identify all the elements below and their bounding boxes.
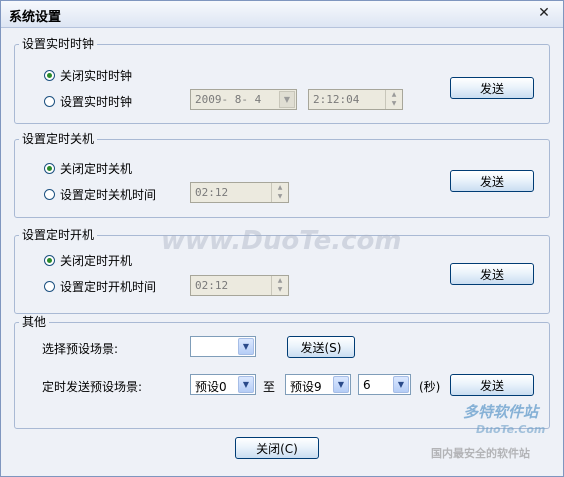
shutdown-time-field[interactable]: 02:12 ▲ ▼ <box>190 182 289 203</box>
scene-from-value: 预设0 <box>195 380 227 394</box>
poweron-off-radio[interactable]: 关闭定时开机 <box>44 252 132 269</box>
close-icon[interactable]: ✕ <box>535 4 553 22</box>
select-scene-label: 选择预设场景: <box>42 342 119 356</box>
window-title: 系统设置 <box>9 10 62 25</box>
spin-up-icon[interactable]: ▲ <box>272 276 288 285</box>
spin-down-icon[interactable]: ▼ <box>272 285 288 294</box>
poweron-time-value: 02:12 <box>195 279 229 292</box>
scene-to-value: 预设9 <box>290 380 322 394</box>
radio-selected-icon <box>44 255 55 266</box>
logo-url-watermark: DuoTe.Com <box>476 423 546 436</box>
timed-scene-label: 定时发送预设场景: <box>42 380 143 394</box>
rtc-group-title: 设置实时时钟 <box>19 36 98 52</box>
shutdown-off-label: 关闭定时关机 <box>60 162 133 176</box>
chevron-down-icon[interactable]: ▼ <box>393 376 409 393</box>
spin-up-icon[interactable]: ▲ <box>272 183 288 192</box>
shutdown-group: 设置定时关机 关闭定时关机 设置定时关机时间 02:12 ▲ ▼ 发送 <box>14 131 550 218</box>
spin-down-icon[interactable]: ▼ <box>386 99 402 108</box>
scene-to-select[interactable]: 预设9 ▼ <box>285 374 351 395</box>
poweron-send-button[interactable]: 发送 <box>450 263 534 285</box>
rtc-set-radio[interactable]: 设置实时时钟 <box>44 93 132 110</box>
poweron-off-label: 关闭定时开机 <box>60 254 133 268</box>
logo-watermark: 多特软件站 <box>463 403 539 421</box>
rtc-date-picker[interactable]: 2009- 8- 4 ▼ <box>190 89 297 110</box>
scene-from-select[interactable]: 预设0 ▼ <box>190 374 256 395</box>
radio-selected-icon <box>44 163 55 174</box>
chevron-down-icon[interactable]: ▼ <box>238 338 254 355</box>
poweron-time-field[interactable]: 02:12 ▲ ▼ <box>190 275 289 296</box>
rtc-group: 设置实时时钟 关闭实时时钟 设置实时时钟 2009- 8- 4 ▼ 2:12:0… <box>14 36 550 124</box>
spin-down-icon[interactable]: ▼ <box>272 192 288 201</box>
seconds-unit-label: (秒) <box>419 380 441 394</box>
time-spinner[interactable]: ▲ ▼ <box>385 90 402 109</box>
spin-up-icon[interactable]: ▲ <box>386 90 402 99</box>
shutdown-set-radio[interactable]: 设置定时关机时间 <box>44 186 156 203</box>
chevron-down-icon[interactable]: ▼ <box>238 376 254 393</box>
poweron-group-title: 设置定时开机 <box>19 227 98 243</box>
radio-unselected-icon <box>44 189 55 200</box>
seconds-select[interactable]: 6 ▼ <box>358 374 411 395</box>
to-label: 至 <box>263 380 276 394</box>
close-button[interactable]: 关闭(C) <box>235 437 319 459</box>
center-watermark: www.DuoTe.com <box>161 226 402 256</box>
rtc-time-value: 2:12:04 <box>313 93 360 106</box>
poweron-set-label: 设置定时开机时间 <box>60 280 157 294</box>
shutdown-off-radio[interactable]: 关闭定时关机 <box>44 160 132 177</box>
time-spinner[interactable]: ▲ ▼ <box>271 183 288 202</box>
title-bar[interactable]: 系统设置 ✕ <box>1 1 563 28</box>
shutdown-group-title: 设置定时关机 <box>19 131 98 147</box>
shutdown-time-value: 02:12 <box>195 186 229 199</box>
seconds-value: 6 <box>363 378 371 392</box>
scene-select[interactable]: ▼ <box>190 336 256 357</box>
time-spinner[interactable]: ▲ ▼ <box>271 276 288 295</box>
poweron-set-radio[interactable]: 设置定时开机时间 <box>44 278 156 295</box>
rtc-off-radio[interactable]: 关闭实时时钟 <box>44 67 132 84</box>
chevron-down-icon[interactable]: ▼ <box>279 91 295 108</box>
radio-unselected-icon <box>44 96 55 107</box>
radio-unselected-icon <box>44 281 55 292</box>
chevron-down-icon[interactable]: ▼ <box>333 376 349 393</box>
settings-window: 系统设置 ✕ 设置实时时钟 关闭实时时钟 设置实时时钟 2009- 8- 4 ▼… <box>0 0 564 477</box>
shutdown-set-label: 设置定时关机时间 <box>60 188 157 202</box>
rtc-off-label: 关闭实时时钟 <box>60 69 133 83</box>
rtc-set-label: 设置实时时钟 <box>60 95 133 109</box>
logo-tagline-watermark: 国内最安全的软件站 <box>431 447 530 460</box>
radio-selected-icon <box>44 70 55 81</box>
rtc-send-button[interactable]: 发送 <box>450 77 534 99</box>
other-group-title: 其他 <box>19 314 50 330</box>
rtc-time-field[interactable]: 2:12:04 ▲ ▼ <box>308 89 403 110</box>
send-s-button[interactable]: 发送(S) <box>287 336 355 358</box>
rtc-date-value: 2009- 8- 4 <box>195 93 262 106</box>
timed-send-button[interactable]: 发送 <box>450 374 534 396</box>
shutdown-send-button[interactable]: 发送 <box>450 170 534 192</box>
